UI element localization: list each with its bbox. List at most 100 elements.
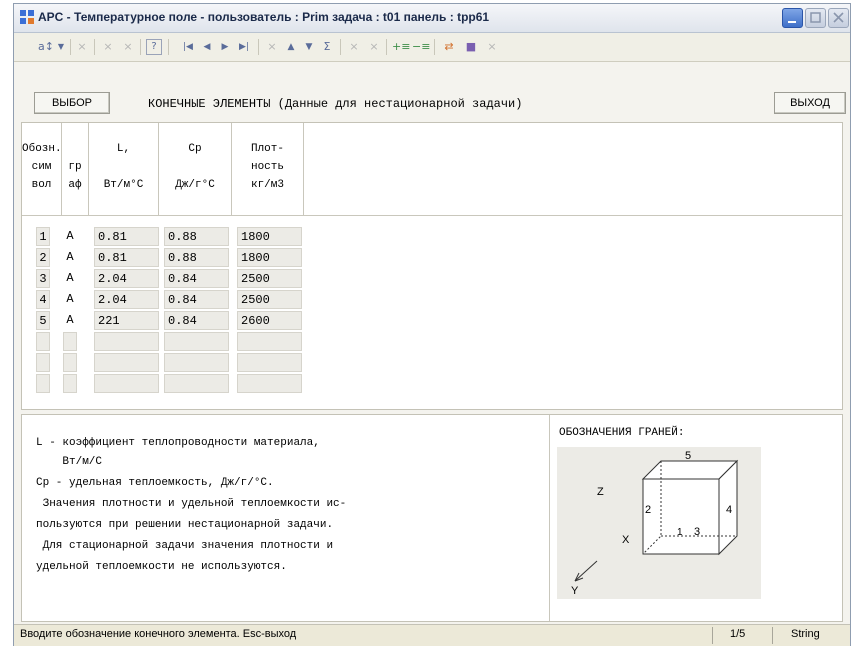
- axis-label-y: Y: [571, 585, 579, 597]
- cell-graph[interactable]: [63, 353, 77, 372]
- cell-graph[interactable]: [63, 332, 77, 351]
- app-window: APC - Температурное поле - пользователь …: [13, 3, 851, 646]
- cube-diagram: 5 2 4 1 3 Z X Y: [557, 447, 761, 599]
- cell-conductivity[interactable]: [94, 374, 159, 393]
- legend-line: Значения плотности и удельной теплоемкос…: [36, 498, 347, 510]
- toolbar-separator: [386, 39, 387, 55]
- next-record-icon[interactable]: ▶: [218, 38, 232, 56]
- cell-graph[interactable]: [63, 374, 77, 393]
- maximize-button[interactable]: [805, 8, 826, 28]
- axis-label-z: Z: [597, 486, 604, 498]
- page-title: КОНЕЧНЫЕ ЭЛЕМЕНТЫ (Данные для нестациона…: [148, 97, 523, 111]
- cell-symbol[interactable]: 2: [36, 248, 50, 267]
- close-button[interactable]: [828, 8, 849, 28]
- save-icon[interactable]: ■: [462, 38, 480, 56]
- cell-heat-capacity[interactable]: 0.84: [164, 311, 229, 330]
- delete-icon[interactable]: ×: [74, 38, 90, 56]
- cell-heat-capacity[interactable]: [164, 332, 229, 351]
- cell-conductivity[interactable]: [94, 332, 159, 351]
- move-down-icon[interactable]: ▼: [302, 38, 316, 56]
- cell-heat-capacity[interactable]: 0.84: [164, 269, 229, 288]
- cell-graph[interactable]: A: [63, 269, 77, 288]
- header-divider: [22, 215, 842, 216]
- delete-icon[interactable]: ×: [346, 38, 362, 56]
- cell-conductivity[interactable]: 2.04: [94, 290, 159, 309]
- status-field-type: String: [791, 628, 820, 640]
- cell-density[interactable]: 2500: [237, 290, 302, 309]
- exit-button[interactable]: ВЫХОД: [774, 92, 846, 114]
- cell-density[interactable]: 1800: [237, 248, 302, 267]
- cell-density[interactable]: 2600: [237, 311, 302, 330]
- faces-divider: [549, 415, 550, 621]
- toolbar-separator: [70, 39, 71, 55]
- cell-density[interactable]: [237, 374, 302, 393]
- cell-density[interactable]: 1800: [237, 227, 302, 246]
- legend-line: удельной теплоемкости не используются.: [36, 561, 287, 573]
- legend-line: Для стационарной задачи значения плотнос…: [36, 540, 334, 552]
- cell-symbol[interactable]: [36, 374, 50, 393]
- column-header-conductivity: L, Вт/м°С: [89, 123, 159, 215]
- app-icon: [20, 10, 34, 24]
- transfer-icon[interactable]: ⇄: [440, 38, 458, 56]
- cell-symbol[interactable]: 1: [36, 227, 50, 246]
- status-separator: [772, 627, 773, 644]
- sort-icon[interactable]: a↕: [38, 38, 54, 56]
- legend-panel: L - коэффициент теплопроводности материа…: [21, 414, 843, 622]
- status-record-position: 1/5: [730, 628, 746, 640]
- window-title: APC - Температурное поле - пользователь …: [38, 10, 490, 24]
- cell-conductivity[interactable]: 221: [94, 311, 159, 330]
- cell-symbol[interactable]: 4: [36, 290, 50, 309]
- cell-symbol[interactable]: [36, 353, 50, 372]
- sum-icon[interactable]: Σ: [320, 38, 334, 56]
- cell-heat-capacity[interactable]: 0.88: [164, 248, 229, 267]
- delete-icon[interactable]: ×: [120, 38, 136, 56]
- legend-line: пользуются при решении нестационарной за…: [36, 519, 334, 531]
- cell-conductivity[interactable]: 0.81: [94, 248, 159, 267]
- elements-table: Обозн. сим вол гр аф L, Вт/м°С Cp Дж/г°С…: [21, 122, 843, 410]
- delete-icon[interactable]: ×: [264, 38, 280, 56]
- title-bar[interactable]: APC - Температурное поле - пользователь …: [14, 4, 850, 33]
- cell-density[interactable]: 2500: [237, 269, 302, 288]
- cell-conductivity[interactable]: 2.04: [94, 269, 159, 288]
- legend-line: Cp - удельная теплоемкость, Дж/г/°С.: [36, 477, 274, 489]
- first-record-icon[interactable]: |◀: [180, 38, 196, 56]
- minimize-icon: [788, 21, 796, 23]
- face-label-left: 2: [645, 504, 651, 516]
- cell-conductivity[interactable]: [94, 353, 159, 372]
- delete-icon[interactable]: ×: [100, 38, 116, 56]
- cell-density[interactable]: [237, 332, 302, 351]
- column-header-heat-capacity: Cp Дж/г°С: [159, 123, 232, 215]
- cell-heat-capacity[interactable]: [164, 353, 229, 372]
- column-header-graph: гр аф: [62, 123, 89, 215]
- cell-graph[interactable]: A: [63, 290, 77, 309]
- cell-heat-capacity[interactable]: 0.84: [164, 290, 229, 309]
- minimize-button[interactable]: [782, 8, 803, 28]
- delete-icon[interactable]: ×: [366, 38, 382, 56]
- column-header-symbol: Обозн. сим вол: [22, 123, 62, 215]
- cell-symbol[interactable]: 3: [36, 269, 50, 288]
- last-record-icon[interactable]: ▶|: [236, 38, 252, 56]
- prev-record-icon[interactable]: ◀: [200, 38, 214, 56]
- cell-heat-capacity[interactable]: 0.88: [164, 227, 229, 246]
- move-up-icon[interactable]: ▲: [284, 38, 298, 56]
- dropdown-icon[interactable]: ▼: [56, 38, 66, 56]
- toolbar-separator: [168, 39, 169, 55]
- cell-graph[interactable]: A: [63, 311, 77, 330]
- face-label-front: 3: [694, 526, 700, 538]
- cell-heat-capacity[interactable]: [164, 374, 229, 393]
- cell-conductivity[interactable]: 0.81: [94, 227, 159, 246]
- delete-row-icon[interactable]: −≡: [412, 38, 430, 56]
- cell-symbol[interactable]: [36, 332, 50, 351]
- delete-icon[interactable]: ×: [484, 38, 500, 56]
- cell-density[interactable]: [237, 353, 302, 372]
- faces-title: ОБОЗНАЧЕНИЯ ГРАНЕЙ:: [559, 427, 685, 439]
- toolbar-separator: [94, 39, 95, 55]
- main-panel: ВЫБОР КОНЕЧНЫЕ ЭЛЕМЕНТЫ (Данные для нест…: [14, 62, 850, 624]
- cell-symbol[interactable]: 5: [36, 311, 50, 330]
- cell-graph[interactable]: A: [63, 248, 77, 267]
- status-separator: [712, 627, 713, 644]
- help-icon[interactable]: ?: [146, 39, 162, 55]
- select-button[interactable]: ВЫБОР: [34, 92, 110, 114]
- cell-graph[interactable]: A: [63, 227, 77, 246]
- insert-row-icon[interactable]: +≡: [392, 38, 410, 56]
